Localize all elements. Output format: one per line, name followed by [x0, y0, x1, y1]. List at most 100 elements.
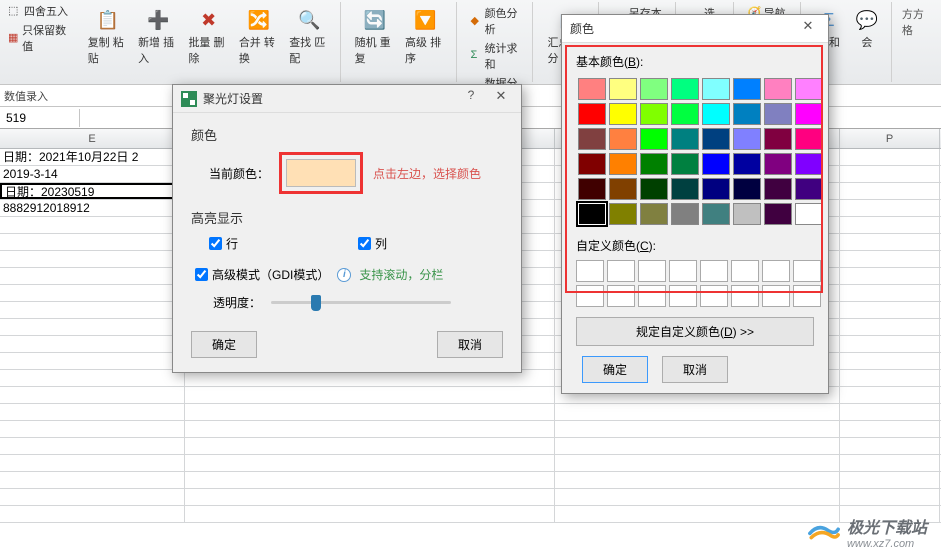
cell[interactable] [840, 438, 940, 454]
color-swatch[interactable] [578, 203, 606, 225]
color-swatch[interactable] [609, 178, 637, 200]
cell[interactable] [555, 421, 840, 437]
cell[interactable] [185, 438, 555, 454]
custom-color-slot[interactable] [669, 285, 697, 307]
color-swatch[interactable] [733, 203, 761, 225]
color-swatch[interactable] [640, 153, 668, 175]
custom-color-slot[interactable] [793, 260, 821, 282]
color-swatch[interactable] [671, 103, 699, 125]
color-swatch[interactable] [578, 178, 606, 200]
color-swatch[interactable] [609, 153, 637, 175]
rb-misc[interactable]: 💬会 [849, 4, 885, 52]
cell[interactable] [840, 353, 940, 369]
cell[interactable]: 日期：2021年10月22日 2 [0, 149, 185, 165]
cell[interactable] [840, 472, 940, 488]
cell[interactable] [185, 404, 555, 420]
cell[interactable] [185, 387, 555, 403]
cell[interactable] [0, 217, 185, 233]
cell[interactable] [0, 472, 185, 488]
cell[interactable] [555, 489, 840, 505]
color-swatch[interactable] [671, 128, 699, 150]
cell[interactable]: 日期：20230519 [0, 183, 185, 199]
color-swatch[interactable] [702, 78, 730, 100]
row[interactable] [0, 455, 941, 472]
cell[interactable] [840, 200, 940, 216]
cell[interactable]: 2019-3-14 [0, 166, 185, 182]
custom-color-slot[interactable] [700, 260, 728, 282]
ribbon-opt-keepnum[interactable]: ▦只保留数值 [4, 21, 74, 55]
row[interactable] [0, 472, 941, 489]
cell[interactable] [555, 455, 840, 471]
custom-color-slot[interactable] [576, 285, 604, 307]
color-swatch[interactable] [733, 128, 761, 150]
help-icon[interactable]: ? [461, 88, 481, 102]
cell[interactable] [555, 404, 840, 420]
cell[interactable] [185, 472, 555, 488]
color-swatch[interactable] [795, 153, 823, 175]
custom-color-slot[interactable] [731, 285, 759, 307]
color-ok-button[interactable]: 确定 [582, 356, 648, 383]
cell[interactable] [840, 285, 940, 301]
color-swatch[interactable] [764, 203, 792, 225]
close-icon[interactable]: ✕ [485, 88, 517, 108]
spotlight-ok-button[interactable]: 确定 [191, 331, 257, 358]
cell[interactable]: 8882912018912 [0, 200, 185, 216]
ribbon-opt-round[interactable]: ⬚四舍五入 [4, 2, 74, 20]
color-swatch[interactable] [733, 178, 761, 200]
color-swatch[interactable] [795, 203, 823, 225]
color-swatch[interactable] [764, 103, 792, 125]
chk-col[interactable]: 列 [358, 235, 387, 252]
color-swatch[interactable] [702, 203, 730, 225]
rb-insert[interactable]: ➕新增 插入 [134, 4, 182, 68]
spotlight-title-bar[interactable]: 聚光灯设置 ? ✕ [173, 85, 521, 113]
rb-sort[interactable]: 🔽高级 排序 [401, 4, 449, 68]
color-swatch[interactable] [578, 78, 606, 100]
color-swatch[interactable] [640, 178, 668, 200]
rb-random[interactable]: 🔄随机 重复 [351, 4, 399, 68]
cell[interactable] [840, 421, 940, 437]
cell[interactable] [555, 438, 840, 454]
cell[interactable] [840, 166, 940, 182]
color-swatch[interactable] [702, 178, 730, 200]
cell[interactable] [185, 489, 555, 505]
cell[interactable] [555, 472, 840, 488]
color-swatch[interactable] [609, 128, 637, 150]
custom-color-slot[interactable] [638, 285, 666, 307]
cell[interactable] [0, 336, 185, 352]
color-swatch[interactable] [640, 203, 668, 225]
color-swatch[interactable] [795, 128, 823, 150]
row[interactable] [0, 506, 941, 523]
custom-color-slot[interactable] [762, 285, 790, 307]
cell[interactable] [840, 404, 940, 420]
color-swatch[interactable] [671, 153, 699, 175]
cell[interactable] [840, 183, 940, 199]
col-header-E[interactable]: E [0, 129, 185, 148]
color-swatch[interactable] [764, 153, 792, 175]
color-swatch[interactable] [764, 178, 792, 200]
color-swatch[interactable] [764, 128, 792, 150]
rb-color-analyze[interactable]: ◆颜色分析 [467, 4, 527, 38]
cell[interactable] [0, 319, 185, 335]
cell[interactable] [840, 217, 940, 233]
define-custom-color-button[interactable]: 规定自定义颜色(D) >> [576, 317, 814, 346]
chk-row[interactable]: 行 [209, 235, 238, 252]
cell[interactable] [0, 268, 185, 284]
cell[interactable] [0, 404, 185, 420]
custom-color-slot[interactable] [607, 285, 635, 307]
current-color-swatch[interactable] [286, 159, 356, 187]
row[interactable] [0, 489, 941, 506]
cell[interactable] [0, 455, 185, 471]
rb-merge[interactable]: 🔀合并 转换 [235, 4, 283, 68]
color-swatch[interactable] [578, 128, 606, 150]
cell[interactable] [185, 421, 555, 437]
color-swatch[interactable] [671, 78, 699, 100]
custom-color-slot[interactable] [731, 260, 759, 282]
custom-color-slot[interactable] [638, 260, 666, 282]
row[interactable] [0, 438, 941, 455]
chk-advanced[interactable]: 高级模式（GDI模式） [195, 266, 329, 283]
color-swatch[interactable] [702, 128, 730, 150]
rb-stats-sum[interactable]: Σ统计求和 [467, 39, 527, 73]
color-swatch[interactable] [702, 153, 730, 175]
custom-color-slot[interactable] [762, 260, 790, 282]
color-swatch[interactable] [609, 78, 637, 100]
